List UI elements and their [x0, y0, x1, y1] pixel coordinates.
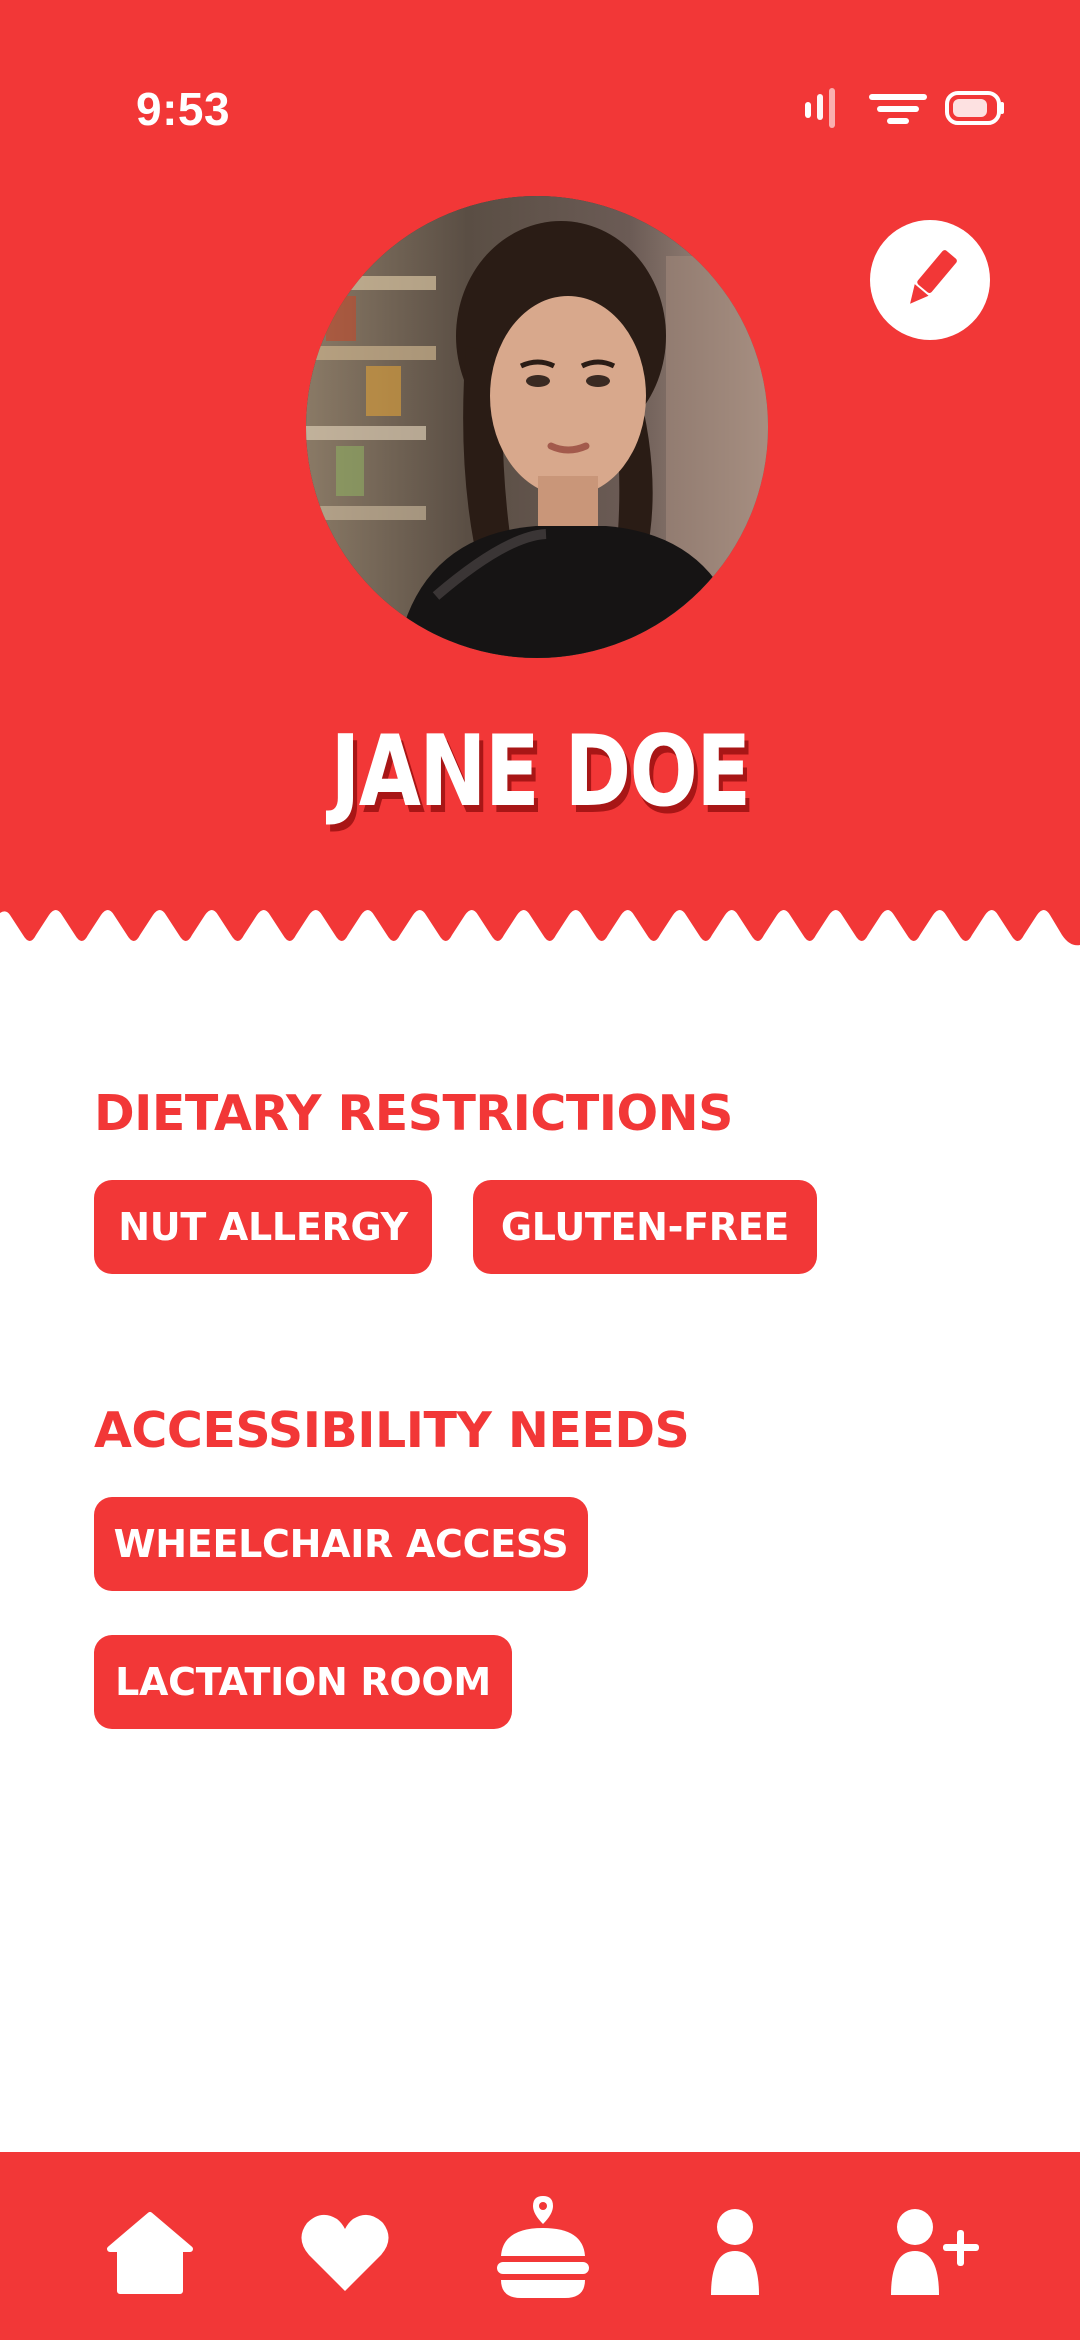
- battery-icon: [945, 91, 1004, 125]
- add-person-icon: [891, 2209, 979, 2295]
- pencil-icon: [910, 250, 957, 304]
- tag-nut-allergy[interactable]: NUT ALLERGY: [94, 1180, 432, 1274]
- heart-icon: [301, 2214, 389, 2291]
- person-icon: [711, 2209, 759, 2295]
- burger-location-icon: [497, 2196, 589, 2298]
- nav-profile[interactable]: [685, 2207, 785, 2297]
- signal-icon: [805, 88, 835, 128]
- zigzag-divider: [0, 905, 1080, 946]
- status-time: 9:53: [136, 83, 231, 135]
- profile-name: JANE DOE: [330, 715, 751, 829]
- nav-favorites[interactable]: [295, 2207, 395, 2297]
- home-icon: [107, 2212, 193, 2294]
- profile-photo: [306, 196, 768, 658]
- tag-wheelchair-access[interactable]: WHEELCHAIR ACCESS: [94, 1497, 588, 1591]
- nav-food-map[interactable]: [493, 2194, 593, 2304]
- nav-add-person[interactable]: [885, 2207, 995, 2297]
- nav-home[interactable]: [100, 2207, 200, 2297]
- status-icons: [805, 88, 1004, 128]
- edit-profile-button[interactable]: [870, 220, 990, 340]
- tag-lactation-room[interactable]: LACTATION ROOM: [94, 1635, 512, 1729]
- profile-avatar: [306, 196, 768, 658]
- bottom-navigation: [0, 2152, 1080, 2340]
- wifi-icon: [869, 94, 927, 124]
- dietary-restrictions-title: DIETARY RESTRICTIONS: [94, 1085, 733, 1142]
- accessibility-needs-title: ACCESSIBILITY NEEDS: [94, 1402, 690, 1459]
- tag-gluten-free[interactable]: GLUTEN-FREE: [473, 1180, 817, 1274]
